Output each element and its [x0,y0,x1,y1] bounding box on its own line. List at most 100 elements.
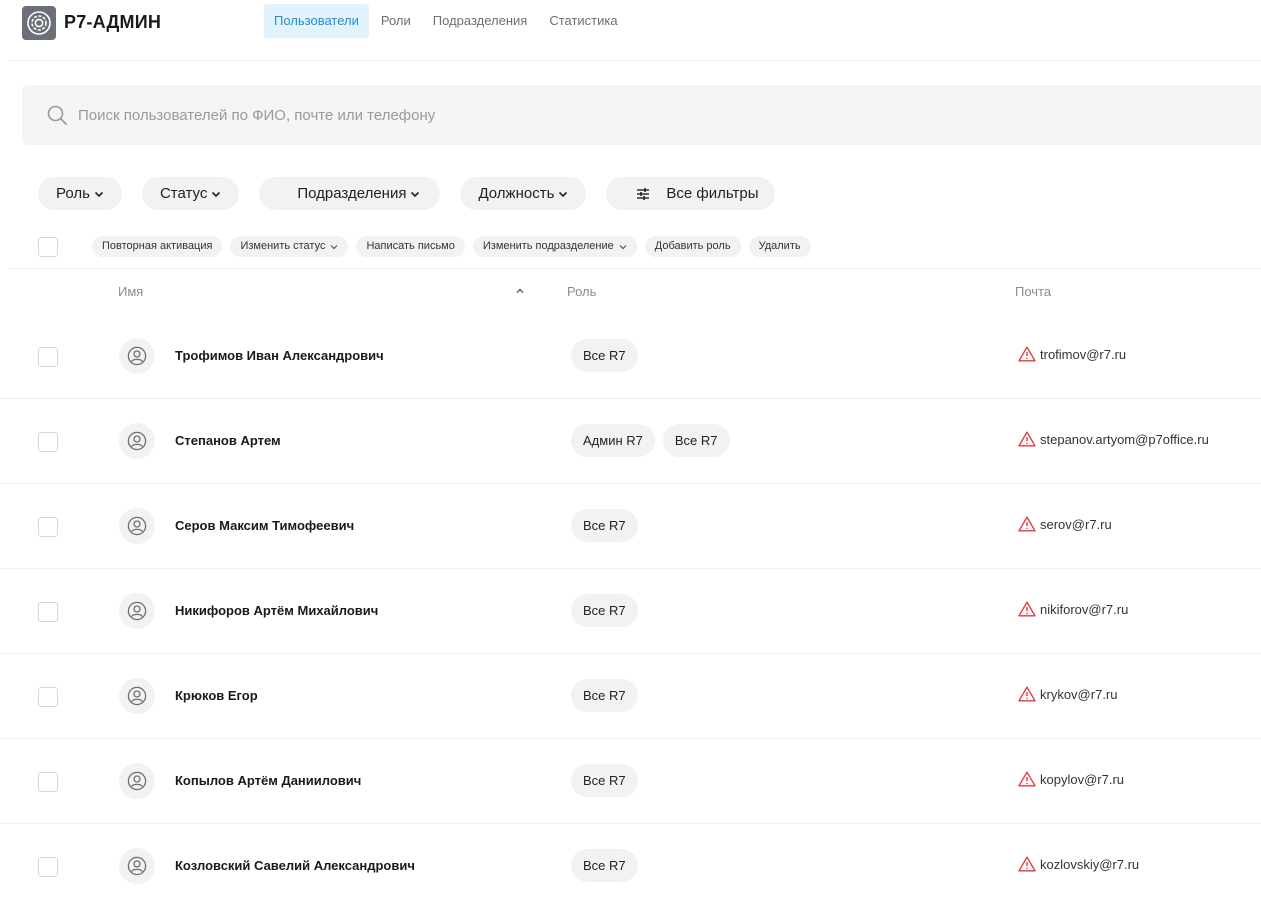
user-email[interactable]: serov@r7.ru [1040,517,1112,532]
table-row[interactable]: Трофимов Иван Александрович Все R7 trofi… [0,314,1261,399]
user-email[interactable]: kozlovskiy@r7.ru [1040,857,1139,872]
gear-icon [27,11,51,35]
status-filter-label: Статус [159,185,208,202]
sort-ascending-icon[interactable] [515,286,525,296]
search-icon [47,105,67,125]
row-checkbox[interactable] [38,432,58,452]
warning-icon [1018,601,1036,617]
role-badge[interactable]: Все R7 [571,849,638,882]
chevron-down-icon [559,191,568,197]
user-email[interactable]: krykov@r7.ru [1040,687,1118,702]
search-input[interactable] [78,101,978,129]
table-row[interactable]: Степанов Артем Админ R7 Все R7 stepanov.a… [0,399,1261,484]
table-row[interactable]: Копылов Артём Даниилович Все R7 kopylov@… [0,739,1261,824]
user-roles: Все R7 [571,339,646,372]
role-badge[interactable]: Все R7 [571,339,638,372]
filter-bar: Роль Статус Подразделения Должность Все … [38,177,795,210]
reactivate-button[interactable]: Повторная активация [92,236,223,257]
avatar [119,848,155,884]
user-roles: Все R7 [571,679,646,712]
user-name[interactable]: Серов Максим Тимофеевич [175,518,354,533]
bulk-actions-bar: Повторная активация Изменить статус Напи… [38,236,819,257]
tab-roles[interactable]: Роли [371,4,421,38]
column-header-role[interactable]: Роль [567,284,596,299]
write-mail-button[interactable]: Написать письмо [356,236,465,257]
delete-button[interactable]: Удалить [748,236,811,257]
user-mail: krykov@r7.ru [1018,686,1118,702]
avatar [119,338,155,374]
top-bar: Р7-АДМИН Пользователи Роли Подразделения… [0,0,1261,44]
user-mail: trofimov@r7.ru [1018,346,1126,362]
position-filter-label: Должность [478,185,555,202]
column-header-name[interactable]: Имя [118,284,143,299]
row-checkbox[interactable] [38,347,58,367]
user-email[interactable]: trofimov@r7.ru [1040,347,1126,362]
user-name[interactable]: Крюков Егор [175,688,258,703]
role-filter-label: Роль [56,185,90,202]
user-email[interactable]: stepanov.artyom@p7office.ru [1040,432,1209,447]
user-email[interactable]: nikiforov@r7.ru [1040,602,1128,617]
user-roles: Все R7 [571,509,646,542]
warning-icon [1018,431,1036,447]
change-status-button[interactable]: Изменить статус [230,236,349,257]
role-badge[interactable]: Все R7 [571,679,638,712]
change-department-button[interactable]: Изменить подразделение [472,236,637,257]
user-roles: Все R7 [571,594,646,627]
add-role-button[interactable]: Добавить роль [644,236,741,257]
position-filter[interactable]: Должность [460,177,587,210]
row-checkbox[interactable] [38,517,58,537]
warning-icon [1018,771,1036,787]
table-row[interactable]: Крюков Егор Все R7 krykov@r7.ru [0,654,1261,739]
warning-icon [1018,856,1036,872]
users-table-body: Трофимов Иван Александрович Все R7 trofi… [0,314,1261,909]
column-header-mail[interactable]: Почта [1015,284,1051,299]
chevron-down-icon [411,191,420,197]
role-badge[interactable]: Все R7 [662,424,730,457]
role-badge[interactable]: Все R7 [571,594,638,627]
user-name[interactable]: Никифоров Артём Михайлович [175,603,378,618]
avatar [119,763,155,799]
tab-departments[interactable]: Подразделения [423,4,538,38]
select-all-checkbox[interactable] [38,236,58,257]
user-icon [127,346,147,366]
warning-icon [1018,346,1036,362]
user-mail: nikiforov@r7.ru [1018,601,1128,617]
user-roles: Все R7 [571,764,646,797]
role-badge[interactable]: Админ R7 [571,424,655,457]
warning-icon [1018,686,1036,702]
header-divider [8,60,1261,61]
user-icon [127,686,147,706]
user-name[interactable]: Трофимов Иван Александрович [175,348,384,363]
avatar [119,593,155,629]
row-checkbox[interactable] [38,602,58,622]
filter-sliders-icon [637,187,650,200]
tab-users[interactable]: Пользователи [264,4,369,38]
status-filter[interactable]: Статус [141,177,240,210]
avatar [119,678,155,714]
chevron-down-icon [94,191,104,197]
row-checkbox[interactable] [38,772,58,792]
role-badge[interactable]: Все R7 [571,509,638,542]
logo[interactable] [22,6,56,40]
user-name[interactable]: Козловский Савелий Александрович [175,858,415,873]
role-filter[interactable]: Роль [38,177,122,210]
department-filter[interactable]: Подразделения [259,177,441,210]
row-checkbox[interactable] [38,857,58,877]
user-email[interactable]: kopylov@r7.ru [1040,772,1124,787]
user-icon [127,601,147,621]
role-badge[interactable]: Все R7 [571,764,638,797]
change-status-label: Изменить статус [240,240,326,252]
chevron-down-icon [331,244,338,249]
user-name[interactable]: Копылов Артём Даниилович [175,773,361,788]
user-roles: Админ R7 Все R7 [571,424,738,457]
user-name[interactable]: Степанов Артем [175,433,281,448]
table-row[interactable]: Серов Максим Тимофеевич Все R7 serov@r7.… [0,484,1261,569]
change-department-label: Изменить подразделение [482,240,614,252]
user-icon [127,771,147,791]
table-row[interactable]: Никифоров Артём Михайлович Все R7 nikifo… [0,569,1261,654]
tab-statistics[interactable]: Статистика [539,4,627,38]
user-icon [127,856,147,876]
row-checkbox[interactable] [38,687,58,707]
table-row[interactable]: Козловский Савелий Александрович Все R7 … [0,824,1261,909]
all-filters-button[interactable]: Все фильтры [606,177,775,210]
